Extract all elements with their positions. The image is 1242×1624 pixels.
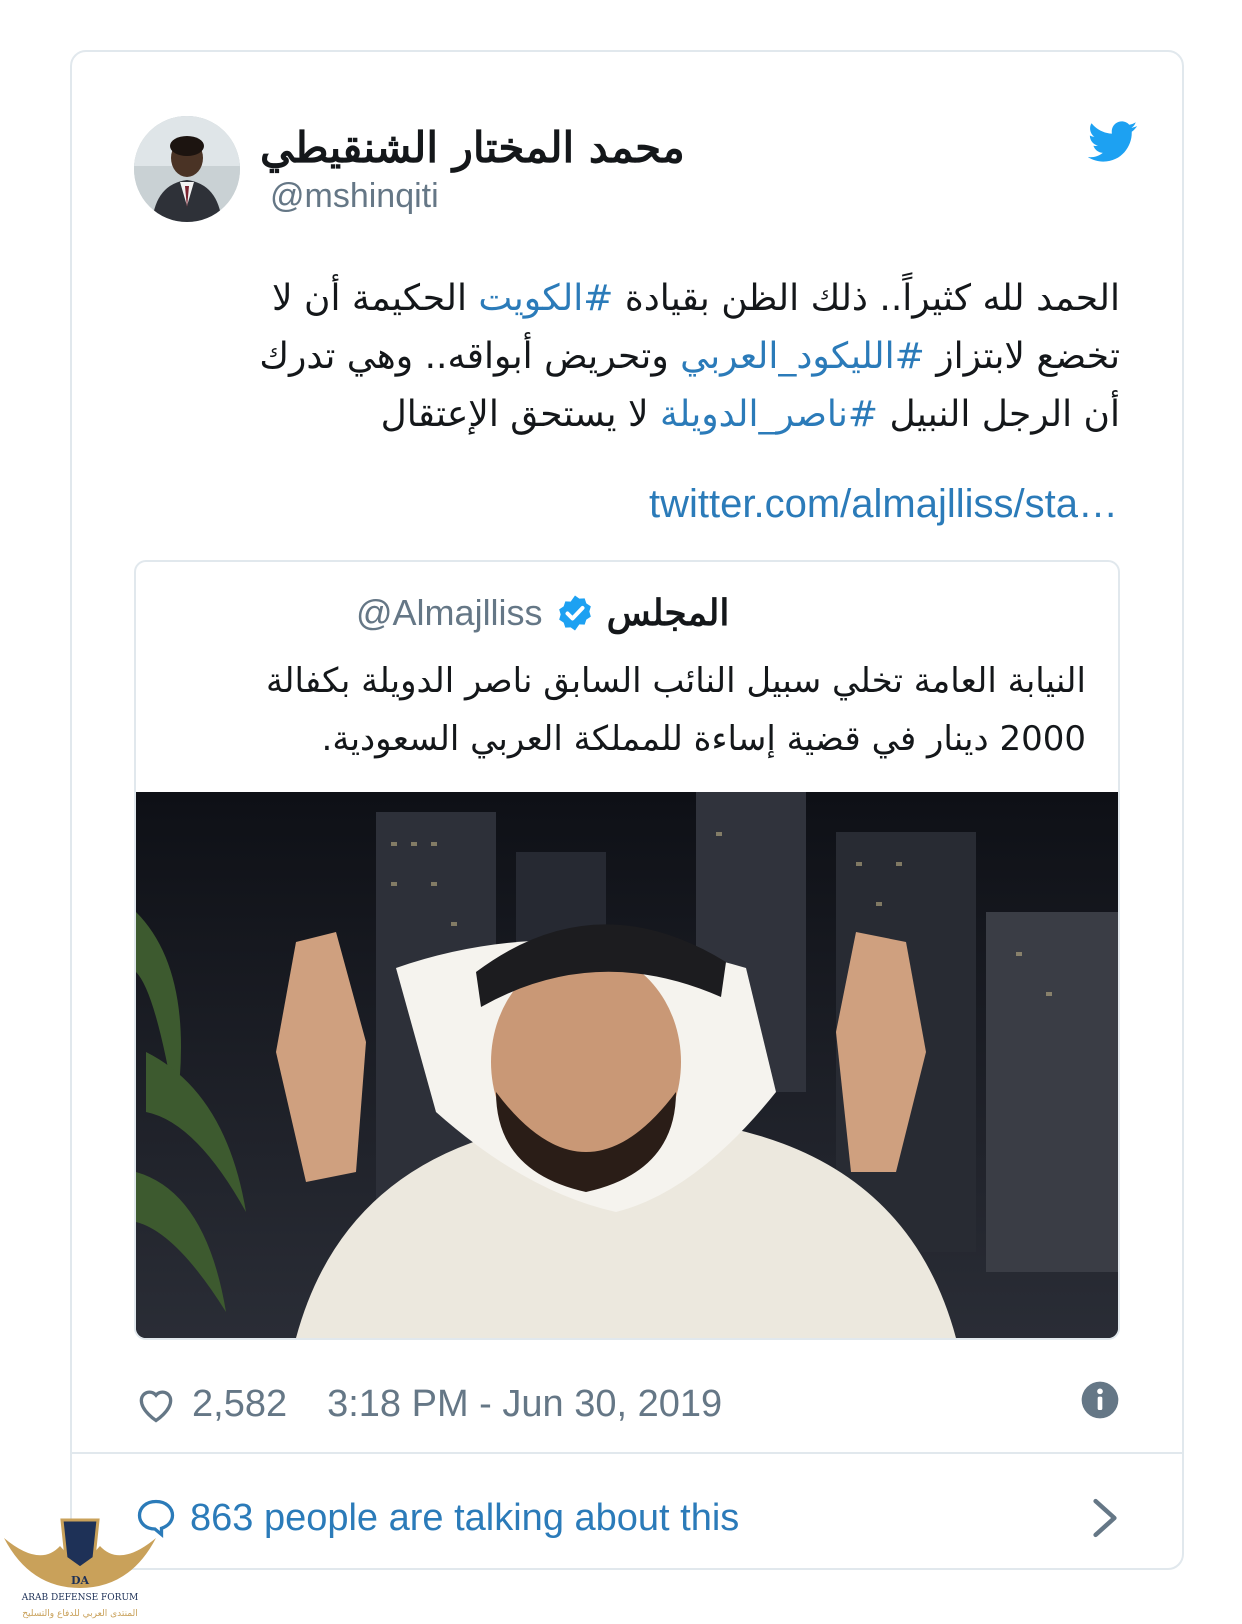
watermark-subtitle: المنتدى العربي للدفاع والتسليح <box>22 1609 137 1619</box>
info-icon[interactable] <box>1080 1380 1120 1420</box>
divider <box>70 1452 1184 1454</box>
tweet-line-1: الحمد لله كثيراً.. ذلك الظن بقيادة #الكو… <box>150 270 1120 328</box>
tweet-line-3: أن الرجل النبيل #ناصر_الدويلة لا يستحق ا… <box>150 386 1120 444</box>
quoted-tweet-photo[interactable] <box>136 792 1118 1338</box>
chevron-right-icon[interactable] <box>1090 1494 1120 1542</box>
hashtag-link[interactable]: #ناصر_الدويلة <box>660 394 878 435</box>
tweet-timestamp[interactable]: 3:18 PM - Jun 30, 2019 <box>327 1383 722 1426</box>
tweet-text-segment: وتحريض أبواقه.. وهي تدرك <box>259 336 681 377</box>
author-handle[interactable]: @mshinqiti <box>270 174 439 218</box>
quoted-tweet-header: @Almajlliss المجلس <box>356 586 729 640</box>
conversation-link[interactable]: 863 people are talking about this <box>134 1488 739 1548</box>
tweet-text-segment: الحكيمة أن لا <box>272 278 479 319</box>
quoted-tweet-card[interactable]: @Almajlliss المجلس النيابة العامة تخلي س… <box>134 560 1120 1340</box>
quoted-tweet-text: النيابة العامة تخلي سبيل النائب السابق ن… <box>176 652 1086 768</box>
quoted-tweet-handle[interactable]: @Almajlliss <box>356 592 543 634</box>
like-count[interactable]: 2,582 <box>192 1383 287 1426</box>
author-display-name[interactable]: محمد المختار الشنقيطي <box>260 118 740 178</box>
heart-icon[interactable] <box>134 1382 178 1426</box>
arab-defense-forum-watermark: DA ARAB DEFENSE FORUM المنتدى العربي للد… <box>4 1518 156 1619</box>
avatar-image <box>134 116 240 222</box>
tweet-footer: 2,582 3:18 PM - Jun 30, 2019 <box>134 1374 722 1434</box>
photo-man-in-ghutra <box>136 792 1118 1338</box>
hashtag-link[interactable]: #الكويت <box>478 278 613 319</box>
verified-badge-icon <box>558 595 591 631</box>
quoted-tweet-name[interactable]: المجلس <box>607 592 730 634</box>
tweet-line-2: تخضع لابتزاز #الليكود_العربي وتحريض أبوا… <box>150 328 1120 386</box>
quoted-tweet-line-2: 2000 دينار في قضية إساءة للمملكة العربي … <box>321 719 1086 759</box>
hashtag-link[interactable]: #الليكود_العربي <box>680 336 925 377</box>
tweet-text-segment: أن الرجل النبيل <box>878 394 1120 435</box>
talking-count-text: 863 people are talking about this <box>190 1496 740 1539</box>
tweet-text-segment: لا يستحق الإعتقال <box>380 394 660 435</box>
tweet-text: الحمد لله كثيراً.. ذلك الظن بقيادة #الكو… <box>150 270 1120 444</box>
quoted-tweet-line-1: النيابة العامة تخلي سبيل النائب السابق ن… <box>265 661 1086 701</box>
watermark-logo-text: DA <box>71 1574 90 1587</box>
tweet-text-segment: تخضع لابتزاز <box>924 336 1120 377</box>
watermark-title: ARAB DEFENSE FORUM <box>21 1593 139 1603</box>
twitter-bird-icon[interactable] <box>1088 120 1138 164</box>
tweet-text-segment: الحمد لله كثيراً.. ذلك الظن بقيادة <box>613 278 1120 319</box>
tweet-url-link[interactable]: twitter.com/almajlliss/sta… <box>649 476 1118 532</box>
avatar[interactable] <box>134 116 240 222</box>
